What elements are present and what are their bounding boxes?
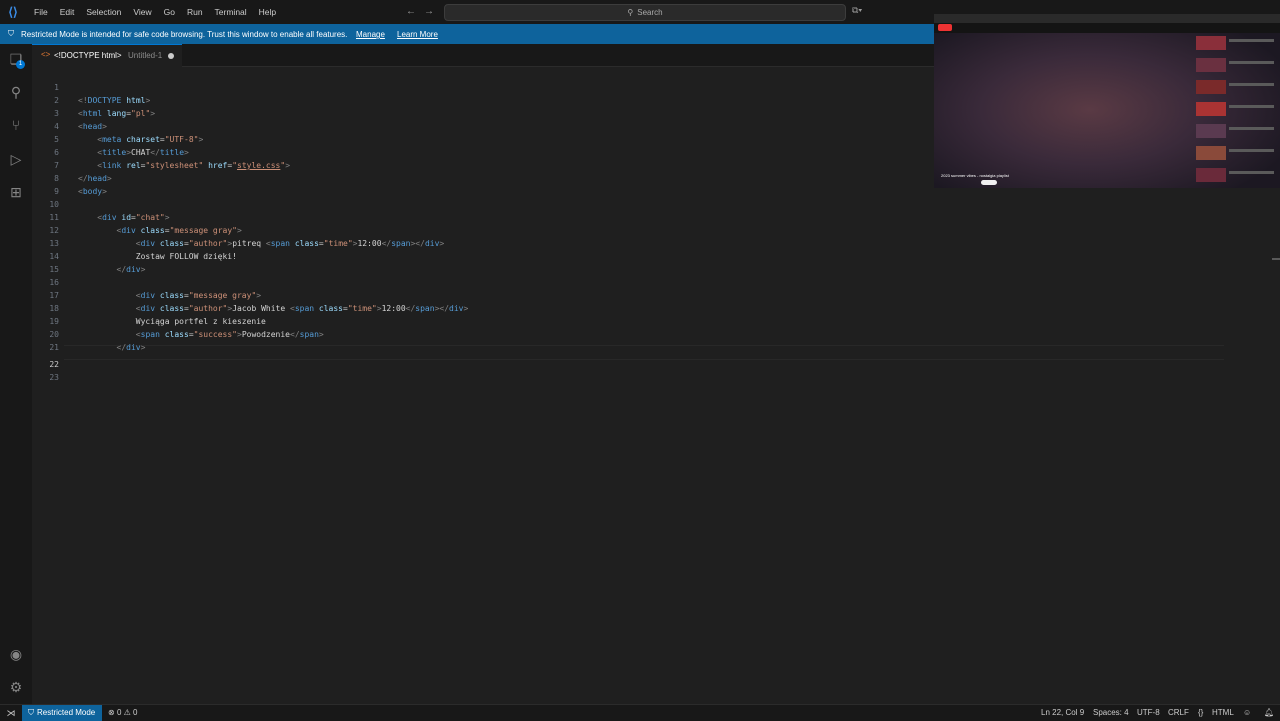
code-line: 17 <div class="author">Jacob White <span… bbox=[32, 276, 1280, 313]
unsaved-dot-icon[interactable] bbox=[168, 53, 174, 59]
code-line-active: 22 bbox=[32, 345, 1280, 369]
account-icon[interactable]: ◉ bbox=[6, 644, 26, 664]
menu-bar: File Edit Selection View Go Run Terminal… bbox=[28, 0, 282, 24]
menu-run[interactable]: Run bbox=[181, 7, 209, 17]
restricted-mode-label: Restricted Mode bbox=[37, 708, 96, 717]
code-line: 20 </div> bbox=[32, 315, 1280, 352]
warning-icon: ⚠ bbox=[123, 708, 131, 717]
video-caption: 2023 summer vibes - nostalgia playlist bbox=[941, 173, 1009, 178]
video-thumbnail[interactable] bbox=[1196, 146, 1226, 160]
code-line: 11 <div class="message gray"> bbox=[32, 198, 1280, 235]
recommended-videos-list bbox=[1196, 36, 1280, 188]
code-line: 21 bbox=[32, 328, 1280, 352]
extensions-icon[interactable]: ⊞ bbox=[6, 182, 26, 202]
video-title-placeholder bbox=[1229, 39, 1274, 42]
vscode-logo-icon: ⟨⟩ bbox=[8, 5, 18, 19]
youtube-logo-icon bbox=[938, 24, 952, 31]
menu-terminal[interactable]: Terminal bbox=[209, 7, 253, 17]
cursor-position[interactable]: Ln 22, Col 9 bbox=[1041, 705, 1084, 721]
line-number: 23 bbox=[49, 373, 59, 382]
code-line: 14 </div> bbox=[32, 237, 1280, 274]
scrollbar-marker[interactable] bbox=[1272, 258, 1280, 260]
settings-gear-icon[interactable]: ⚙ bbox=[6, 677, 26, 697]
code-line: 18 Wyciąga portfel z kieszenie bbox=[32, 289, 1280, 326]
error-count: 0 bbox=[116, 708, 122, 717]
shield-icon: ⛉ bbox=[8, 29, 14, 38]
menu-selection[interactable]: Selection bbox=[80, 7, 127, 17]
subscribe-button[interactable] bbox=[981, 180, 997, 185]
search-icon: ⚲ bbox=[627, 8, 634, 17]
error-icon: ⊗ bbox=[108, 708, 115, 717]
menu-view[interactable]: View bbox=[127, 7, 157, 17]
tab-subtitle: Untitled-1 bbox=[128, 51, 163, 60]
video-thumbnail[interactable] bbox=[1196, 80, 1226, 94]
code-line: 23 bbox=[32, 358, 1280, 382]
code-line: 19 <span class="success">Powodzenie</spa… bbox=[32, 302, 1280, 339]
code-line: 15 bbox=[32, 250, 1280, 274]
braces-icon[interactable]: {} bbox=[1198, 705, 1203, 721]
forward-arrow-icon[interactable]: → bbox=[424, 6, 442, 17]
menu-edit[interactable]: Edit bbox=[54, 7, 81, 17]
activity-bar: ❏ 1 ⚲ ⑂ ▷ ⊞ ◉ ⚙ bbox=[0, 44, 32, 704]
video-overlay-window[interactable]: 2023 summer vibes - nostalgia playlist bbox=[934, 14, 1280, 188]
video-thumbnail[interactable] bbox=[1196, 36, 1226, 50]
browser-tab-strip bbox=[934, 14, 1280, 23]
back-arrow-icon[interactable]: ← bbox=[406, 6, 424, 17]
shield-icon: ⛉ bbox=[28, 708, 34, 717]
menu-go[interactable]: Go bbox=[158, 7, 181, 17]
video-title-placeholder bbox=[1229, 105, 1274, 108]
copilot-status-icon[interactable]: ☺ bbox=[1243, 705, 1251, 721]
source-control-icon[interactable]: ⑂ bbox=[6, 115, 26, 135]
language-mode[interactable]: HTML bbox=[1212, 705, 1234, 721]
video-title-placeholder bbox=[1229, 127, 1274, 130]
video-title-placeholder bbox=[1229, 149, 1274, 152]
learn-more-link[interactable]: Learn More bbox=[397, 30, 438, 39]
video-thumbnail[interactable] bbox=[1196, 58, 1226, 72]
code-line: 12 <div class="author">pitreq <span clas… bbox=[32, 211, 1280, 248]
remote-indicator-icon[interactable]: ⋊ bbox=[0, 705, 22, 721]
video-thumbnail[interactable] bbox=[1196, 168, 1226, 182]
video-title-placeholder bbox=[1229, 171, 1274, 174]
warning-count: 0 bbox=[133, 708, 138, 717]
tab-title: <!DOCTYPE html> bbox=[54, 51, 122, 60]
search-icon[interactable]: ⚲ bbox=[6, 82, 26, 102]
video-title-placeholder bbox=[1229, 61, 1274, 64]
problems-indicator[interactable]: ⊗ 0 ⚠ 0 bbox=[108, 705, 137, 721]
menu-file[interactable]: File bbox=[28, 7, 54, 17]
manage-link[interactable]: Manage bbox=[356, 30, 385, 39]
search-label: Search bbox=[637, 8, 663, 17]
code-line: 16 <div class="message gray"> bbox=[32, 263, 1280, 300]
run-debug-icon[interactable]: ▷ bbox=[6, 149, 26, 169]
command-center-search[interactable]: ⚲ Search bbox=[444, 4, 846, 21]
banner-message: Restricted Mode is intended for safe cod… bbox=[21, 30, 348, 39]
restricted-mode-status[interactable]: ⛉ Restricted Mode bbox=[22, 705, 102, 721]
youtube-header-bar bbox=[934, 23, 1280, 33]
indentation[interactable]: Spaces: 4 bbox=[1093, 705, 1129, 721]
navigation-arrows: ←→ bbox=[406, 6, 442, 17]
explorer-badge: 1 bbox=[16, 60, 25, 69]
menu-help[interactable]: Help bbox=[253, 7, 282, 17]
video-thumbnail[interactable] bbox=[1196, 102, 1226, 116]
encoding[interactable]: UTF-8 bbox=[1137, 705, 1160, 721]
html-file-icon: <> bbox=[41, 50, 51, 59]
video-title-placeholder bbox=[1229, 83, 1274, 86]
end-of-line[interactable]: CRLF bbox=[1168, 705, 1189, 721]
tab-untitled-1[interactable]: <> <!DOCTYPE html> Untitled-1 bbox=[32, 44, 182, 67]
copilot-icon[interactable]: ⧉▾ bbox=[852, 5, 862, 16]
code-line: 13 Zostaw FOLLOW dzięki! bbox=[32, 224, 1280, 261]
notifications-bell-icon[interactable]: 🔔︎ bbox=[1264, 705, 1274, 721]
status-bar: ⋊ ⛉ Restricted Mode ⊗ 0 ⚠ 0 Ln 22, Col 9 … bbox=[0, 704, 1280, 721]
video-thumbnail[interactable] bbox=[1196, 124, 1226, 138]
